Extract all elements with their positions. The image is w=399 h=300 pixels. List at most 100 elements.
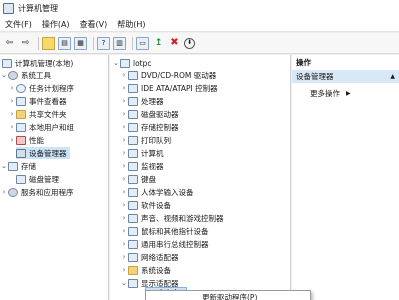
folder-up-icon[interactable] [42,36,55,50]
refresh-icon[interactable]: ▦ [74,36,87,50]
chevron-right-icon[interactable]: › [120,214,128,222]
device-category[interactable]: › 鼠标和其他指针设备 [120,225,209,237]
device-category-label: 计算机 [141,148,164,158]
device-category-label: 磁盘驱动器 [141,109,179,119]
tree-item-label: 设备管理器 [29,148,67,158]
chevron-right-icon[interactable]: › [8,123,16,131]
chevron-right-icon[interactable]: › [120,240,128,248]
system-devices-icon [128,265,138,275]
chevron-right-icon[interactable]: › [120,175,128,183]
device-category[interactable]: › 人体学输入设备 [120,186,194,198]
chevron-down-icon[interactable]: ⌄ [0,71,8,79]
chevron-right-icon[interactable]: › [120,84,128,92]
device-category[interactable]: › 处理器 [120,95,164,107]
chevron-right-icon[interactable]: › [120,71,128,79]
menu-action[interactable]: 操作(A) [37,19,75,30]
collapse-up-icon[interactable]: ▲ [390,73,395,80]
tree-item-label: 磁盘管理 [29,174,59,184]
display-adapter-icon [128,278,138,288]
chevron-right-icon[interactable]: › [8,110,16,118]
tree-item-task-scheduler[interactable]: › 任务计划程序 [8,82,74,94]
tree-item-disk-management[interactable]: 磁盘管理 [16,173,59,185]
chevron-right-icon[interactable]: › [8,84,16,92]
chevron-right-icon[interactable]: › [120,266,128,274]
device-category[interactable]: › 计算机 [120,147,164,159]
chevron-right-icon[interactable]: › [120,188,128,196]
device-category[interactable]: › IDE ATA/ATAPI 控制器 [120,82,218,94]
device-category[interactable]: › 声音、视频和游戏控制器 [120,212,224,224]
chevron-down-icon[interactable]: ⌄ [120,279,128,287]
tree-item-system-tools[interactable]: ⌄ 系统工具 [0,69,51,81]
help-book-icon[interactable]: ▥ [113,36,126,50]
software-device-icon [128,200,138,210]
device-category[interactable]: › 打印队列 [120,134,171,146]
chevron-down-icon[interactable]: ⌄ [0,162,8,170]
device-category-label: 软件设备 [141,200,171,210]
chevron-right-icon[interactable]: › [120,253,128,261]
tree-item-label: 系统工具 [21,70,51,80]
device-category[interactable]: › 系统设备 [120,264,171,276]
dvd-drive-icon [128,70,138,80]
chevron-right-icon[interactable]: › [120,227,128,235]
context-menu: 更新驱动程序(P) [145,290,311,300]
menu-file[interactable]: 文件(F) [0,19,37,30]
monitor-icon[interactable]: ▭ [136,36,149,50]
chevron-right-icon[interactable]: › [120,201,128,209]
device-category[interactable]: › 监视器 [120,160,164,172]
chevron-right-icon[interactable]: › [120,136,128,144]
more-actions-item[interactable]: 更多操作 ▶ [310,87,351,99]
computer-icon [120,58,130,68]
device-category[interactable]: › DVD/CD-ROM 驱动器 [120,69,216,81]
actions-selected-item[interactable]: 设备管理器 ▲ [292,70,399,83]
disk-management-icon [16,174,26,184]
device-category[interactable]: › 软件设备 [120,199,171,211]
tree-item-performance[interactable]: › 性能 [8,134,44,146]
tree-item-services-apps[interactable]: › 服务和应用程序 [0,186,74,198]
menu-bar: 文件(F) 操作(A) 查看(V) 帮助(H) [0,17,399,32]
tree-item-storage[interactable]: ⌄ 存储 [0,160,36,172]
tree-item-label: 本地用户和组 [29,122,74,132]
performance-icon [16,135,26,145]
forward-arrow-icon[interactable]: ⇨ [19,37,32,50]
chevron-right-icon[interactable]: › [8,97,16,105]
chevron-right-icon[interactable]: › [120,110,128,118]
device-category[interactable]: › 键盘 [120,173,156,185]
device-category[interactable]: › 存储控制器 [120,121,179,133]
menu-view[interactable]: 查看(V) [75,19,113,30]
tree-item-local-users[interactable]: › 本地用户和组 [8,121,74,133]
chevron-right-icon[interactable]: › [120,123,128,131]
tree-item-label: 性能 [29,135,44,145]
tree-item-event-viewer[interactable]: › 事件查看器 [8,95,67,107]
tree-root[interactable]: 计算机管理(本地) [2,57,73,69]
chevron-right-icon[interactable]: › [0,188,8,196]
chevron-right-icon[interactable]: › [120,162,128,170]
device-category-label: 监视器 [141,161,164,171]
device-category-label: 系统设备 [141,265,171,275]
keyboard-icon [128,174,138,184]
device-category-label: 打印队列 [141,135,171,145]
device-category-label: 人体学输入设备 [141,187,194,197]
remove-icon[interactable]: ✖ [168,37,181,50]
device-category[interactable]: › 磁盘驱动器 [120,108,179,120]
device-category[interactable]: › 通用串行总线控制器 [120,238,209,250]
scan-hardware-icon[interactable]: ↥ [152,37,165,50]
help-icon[interactable]: ? [97,36,110,50]
device-category[interactable]: › 网络适配器 [120,251,179,263]
back-arrow-icon[interactable]: ⇦ [3,37,16,50]
tree-item-device-manager[interactable]: 设备管理器 [16,147,70,159]
services-icon [8,187,18,197]
mouse-icon [128,226,138,236]
chevron-right-icon[interactable]: › [8,136,16,144]
chevron-down-icon[interactable]: ⌄ [112,59,120,67]
tree-item-shared-folders[interactable]: › 共享文件夹 [8,108,67,120]
context-menu-update-driver[interactable]: 更新驱动程序(P) [202,292,257,300]
chevron-right-icon[interactable]: › [120,97,128,105]
chevron-right-icon[interactable]: › [120,149,128,157]
tree-item-label: 任务计划程序 [29,83,74,93]
download-icon[interactable]: ⬇ [184,37,195,49]
properties-icon[interactable]: ▤ [58,36,71,50]
event-viewer-icon [16,96,26,106]
storage-icon [8,161,18,171]
device-tree-root[interactable]: ⌄ lotpc [112,57,152,69]
menu-help[interactable]: 帮助(H) [112,19,150,30]
